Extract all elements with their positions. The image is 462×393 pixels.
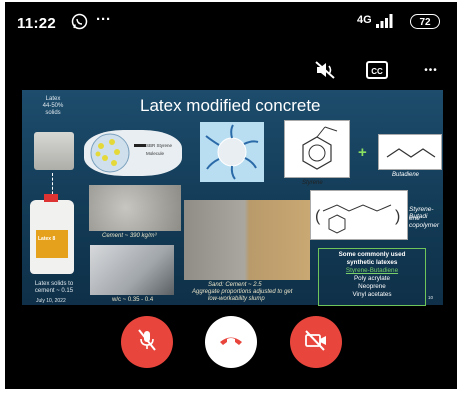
signal-icon bbox=[375, 14, 393, 33]
note-item: Poly acrylate bbox=[353, 275, 391, 282]
butadiene-label: Butadiene bbox=[392, 172, 420, 178]
slide-title: Latex modified concrete bbox=[140, 96, 321, 115]
video-off-icon bbox=[304, 329, 328, 356]
latex-particles-diagram: SBR Styrene Molecule bbox=[84, 130, 182, 176]
svg-text:(: ( bbox=[315, 208, 321, 225]
slide-page-number: 10 bbox=[428, 295, 434, 300]
copolymer-label-2: ene copolymer bbox=[409, 215, 439, 229]
sand-caption-2: Aggregate proportions adjusted to get bbox=[192, 289, 293, 295]
call-top-controls: CC ••• bbox=[5, 56, 457, 86]
end-call-button[interactable] bbox=[205, 316, 257, 368]
latex-particle-image bbox=[200, 122, 264, 182]
wc-caption: w/c ~ 0.35 - 0.4 bbox=[112, 297, 154, 303]
latex-beaker-image bbox=[34, 132, 74, 170]
latex-label: Latex 44-50% solids bbox=[42, 96, 64, 116]
shared-slide: Latex modified concrete Latex 44-50% sol… bbox=[22, 90, 443, 306]
butadiene-structure bbox=[378, 134, 442, 170]
notification-more-icon: ··· bbox=[96, 11, 111, 28]
call-action-bar bbox=[5, 307, 457, 389]
captions-label: CC bbox=[371, 67, 383, 76]
copolymer-structure: ( ) bbox=[310, 190, 408, 240]
plus-sign: + bbox=[358, 144, 367, 161]
more-options-icon[interactable]: ••• bbox=[417, 56, 445, 84]
speaker-muted-icon[interactable] bbox=[311, 56, 339, 84]
whatsapp-icon bbox=[71, 13, 88, 30]
svg-text:): ) bbox=[395, 208, 400, 225]
toggle-video-button[interactable] bbox=[290, 316, 342, 368]
status-bar: 11:22 ··· 4G 72 bbox=[5, 2, 457, 42]
mic-off-icon bbox=[136, 328, 158, 357]
sand-caption-3: low-workability slump bbox=[208, 296, 265, 302]
jug-label-area bbox=[36, 230, 68, 258]
captions-icon[interactable]: CC bbox=[363, 56, 391, 84]
latex-jug-image: Latex 8 bbox=[30, 194, 74, 274]
clock: 11:22 bbox=[17, 15, 57, 32]
latex-types-box: Some commonly used synthetic latexes Sty… bbox=[318, 248, 426, 306]
styrene-label: Styrene bbox=[302, 180, 323, 186]
call-screen: 11:22 ··· 4G 72 CC ••• Latex modified co… bbox=[5, 2, 457, 389]
styrene-structure bbox=[284, 120, 350, 178]
battery-icon: 72 bbox=[410, 14, 440, 29]
note-item: Vinyl acetates bbox=[352, 291, 392, 298]
cement-image bbox=[89, 185, 181, 231]
sand-caption-1: Sand: Cement ~ 2.5 bbox=[208, 282, 262, 288]
slide-date: July 10, 2022 bbox=[36, 298, 66, 304]
latex-ratio-label: Latex solids to cement ~ 0.15 bbox=[34, 281, 74, 294]
note-title-2: synthetic latexes bbox=[346, 259, 398, 266]
note-title-1: Some commonly used bbox=[338, 251, 406, 258]
jug-label: Latex 8 bbox=[38, 236, 56, 242]
jug-cap bbox=[44, 194, 58, 202]
network-type: 4G bbox=[357, 14, 372, 26]
note-item: Neoprene bbox=[358, 283, 386, 290]
diagram-legend-1: SBR Styrene bbox=[146, 143, 173, 148]
cement-caption: Cement ~ 390 kg/m³ bbox=[102, 233, 157, 239]
aggregate-sand-image bbox=[184, 200, 310, 280]
end-call-icon bbox=[218, 333, 244, 352]
note-item: Styrene-Butadiene bbox=[345, 267, 399, 274]
diagram-legend-2: Molecule bbox=[146, 151, 165, 156]
mute-mic-button[interactable] bbox=[121, 316, 173, 368]
water-mixing-image bbox=[90, 245, 174, 295]
